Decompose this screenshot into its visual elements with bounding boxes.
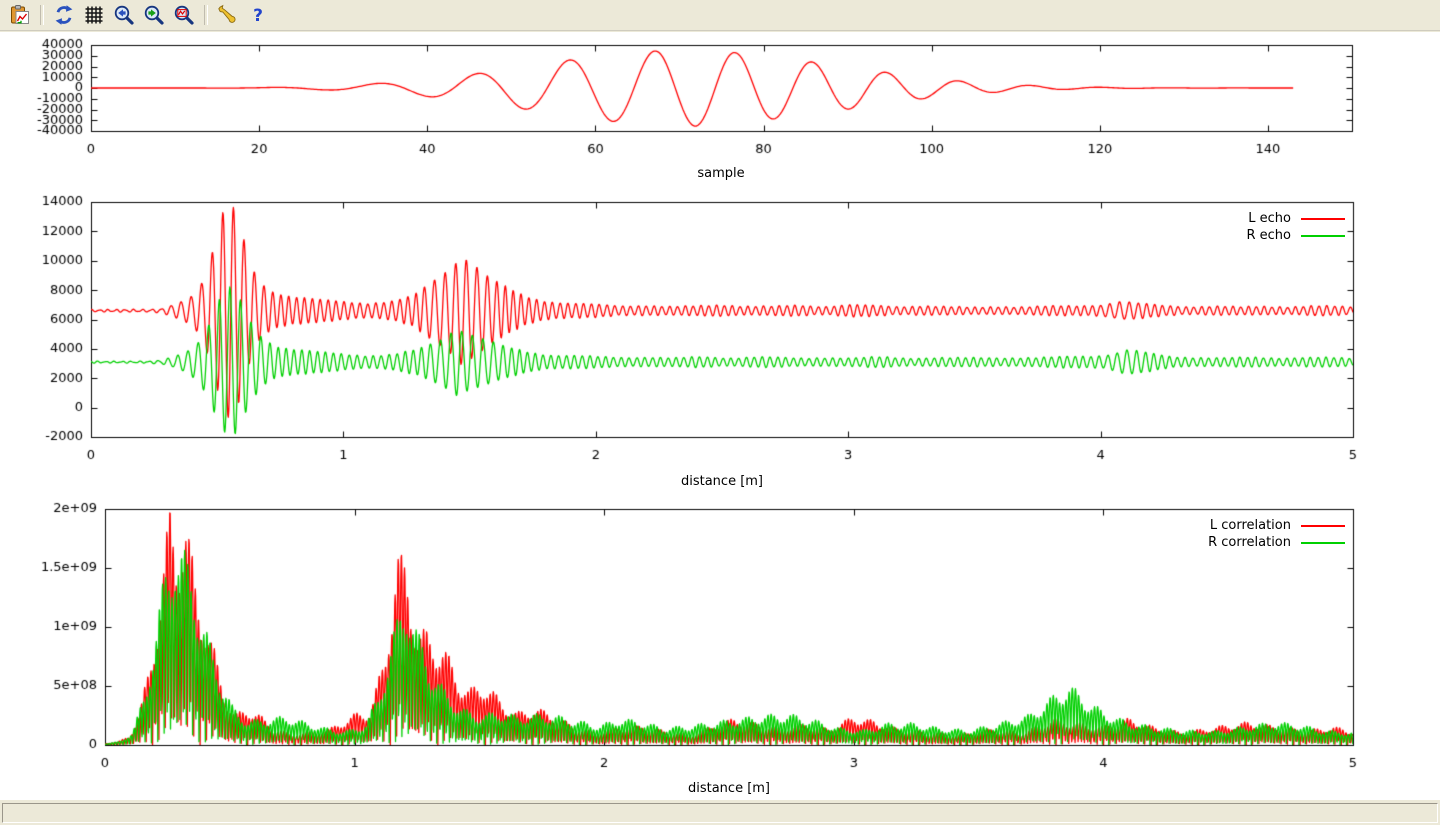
toolbar-separator <box>204 5 208 25</box>
copy-plot-icon <box>9 4 31 26</box>
toolbar: ? <box>0 0 1440 31</box>
legend-item-l-correlation: L correlation <box>1208 517 1345 534</box>
legend-label: L correlation <box>1210 518 1291 533</box>
x-axis-label-sample: sample <box>697 166 744 181</box>
zoom-next-icon <box>143 4 165 26</box>
copy-plot-button[interactable] <box>7 2 33 28</box>
toolbar-separator <box>40 5 44 25</box>
svg-text:?: ? <box>253 6 263 26</box>
x-axis-label-distance-correlation: distance [m] <box>688 781 770 796</box>
legend-item-r-correlation: R correlation <box>1208 534 1345 551</box>
gnuplot-window: ? sample distance [m] distance [m] L ech… <box>0 0 1440 825</box>
replot-button[interactable] <box>51 2 77 28</box>
echo-legend: L echo R echo <box>1246 210 1345 244</box>
legend-label: R echo <box>1246 228 1291 243</box>
toggle-grid-button[interactable] <box>81 2 107 28</box>
x-axis-label-distance-echo: distance [m] <box>681 474 763 489</box>
legend-line-swatch <box>1301 218 1345 220</box>
legend-label: R correlation <box>1208 535 1291 550</box>
plot-area: sample distance [m] distance [m] L echo … <box>0 32 1440 800</box>
legend-item-l-echo: L echo <box>1246 210 1345 227</box>
legend-line-swatch <box>1301 542 1345 544</box>
zoom-next-button[interactable] <box>141 2 167 28</box>
zoom-previous-button[interactable] <box>111 2 137 28</box>
grid-icon <box>83 4 105 26</box>
echo-chart[interactable] <box>0 190 1440 500</box>
help-icon: ? <box>247 4 269 26</box>
legend-line-swatch <box>1301 235 1345 237</box>
status-bar <box>0 800 1440 825</box>
autoscale-button[interactable] <box>171 2 197 28</box>
correlation-legend: L correlation R correlation <box>1208 517 1345 551</box>
refresh-icon <box>53 4 75 26</box>
autoscale-icon <box>173 4 195 26</box>
settings-wrench-icon <box>217 4 239 26</box>
legend-line-swatch <box>1301 525 1345 527</box>
zoom-previous-icon <box>113 4 135 26</box>
settings-button[interactable] <box>215 2 241 28</box>
legend-item-r-echo: R echo <box>1246 227 1345 244</box>
status-message <box>2 803 1438 823</box>
legend-label: L echo <box>1248 211 1291 226</box>
help-button[interactable]: ? <box>245 2 271 28</box>
